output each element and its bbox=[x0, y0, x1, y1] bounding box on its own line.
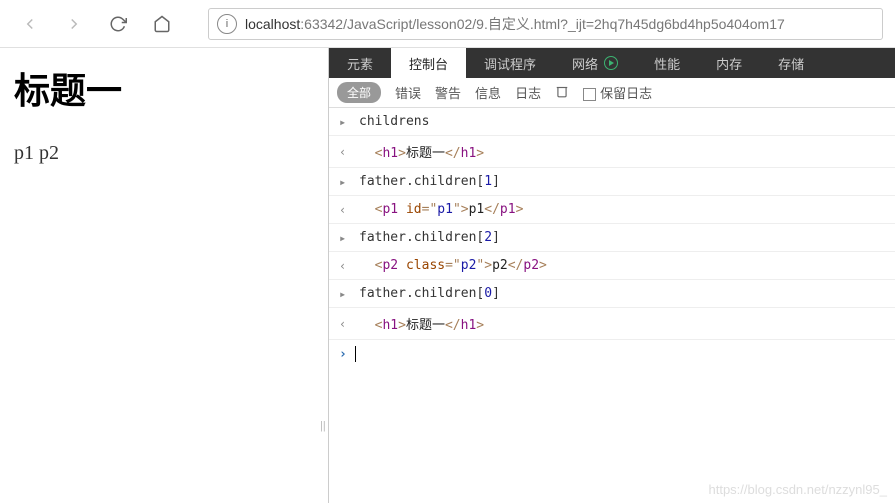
watermark: https://blog.csdn.net/nzzynl95_ bbox=[708, 482, 887, 497]
console-filter-bar: 全部 错误 警告 信息 日志 保留日志 bbox=[329, 78, 895, 108]
console-row[interactable]: ‹ <h1>标题一</h1> bbox=[329, 136, 895, 168]
tab-storage[interactable]: 存储 bbox=[760, 48, 822, 78]
page-viewport: 标题一 p1 p2 bbox=[0, 48, 328, 503]
info-icon[interactable]: i bbox=[217, 14, 237, 34]
record-icon bbox=[604, 56, 618, 70]
input-icon: ‹ bbox=[339, 203, 351, 217]
tab-network[interactable]: 网络 bbox=[554, 48, 636, 78]
address-bar[interactable]: i localhost:63342/JavaScript/lesson02/9.… bbox=[208, 8, 883, 40]
console-row[interactable]: ▸father.children[1] bbox=[329, 168, 895, 196]
tab-performance[interactable]: 性能 bbox=[636, 48, 698, 78]
browser-toolbar: i localhost:63342/JavaScript/lesson02/9.… bbox=[0, 0, 895, 48]
tab-elements[interactable]: 元素 bbox=[329, 48, 391, 78]
input-icon: ‹ bbox=[339, 145, 351, 159]
page-heading: 标题一 bbox=[14, 62, 314, 114]
expand-icon: ▸ bbox=[339, 175, 351, 189]
preserve-log-toggle[interactable]: 保留日志 bbox=[583, 83, 652, 102]
filter-warn[interactable]: 警告 bbox=[435, 83, 461, 102]
tab-memory[interactable]: 内存 bbox=[698, 48, 760, 78]
checkbox-icon bbox=[583, 88, 596, 101]
devtools-tabs: 元素 控制台 调试程序 网络 性能 内存 存储 bbox=[329, 48, 895, 78]
console-row[interactable]: ‹ <p1 id="p1">p1</p1> bbox=[329, 196, 895, 224]
prompt-icon: › bbox=[339, 347, 347, 362]
url-text: localhost:63342/JavaScript/lesson02/9.自定… bbox=[245, 14, 785, 34]
console-input[interactable]: › bbox=[329, 340, 895, 368]
input-icon: ‹ bbox=[339, 317, 351, 331]
tab-debugger[interactable]: 调试程序 bbox=[466, 48, 554, 78]
input-icon: ‹ bbox=[339, 259, 351, 273]
console-row[interactable]: ▸father.children[0] bbox=[329, 280, 895, 308]
forward-icon[interactable] bbox=[56, 6, 92, 42]
clear-icon[interactable] bbox=[555, 84, 569, 101]
drag-handle-icon[interactable]: || bbox=[320, 420, 326, 432]
filter-log[interactable]: 日志 bbox=[515, 83, 541, 102]
console-row[interactable]: ▸childrens bbox=[329, 108, 895, 136]
console-row[interactable]: ‹ <p2 class="p2">p2</p2> bbox=[329, 252, 895, 280]
filter-error[interactable]: 错误 bbox=[395, 83, 421, 102]
devtools-panel: 元素 控制台 调试程序 网络 性能 内存 存储 全部 错误 警告 信息 日志 保… bbox=[328, 48, 895, 503]
filter-all[interactable]: 全部 bbox=[337, 82, 381, 103]
expand-icon: ▸ bbox=[339, 115, 351, 129]
cursor bbox=[355, 346, 356, 362]
refresh-icon[interactable] bbox=[100, 6, 136, 42]
console-row[interactable]: ▸father.children[2] bbox=[329, 224, 895, 252]
home-icon[interactable] bbox=[144, 6, 180, 42]
tab-console[interactable]: 控制台 bbox=[391, 48, 466, 78]
back-icon[interactable] bbox=[12, 6, 48, 42]
filter-info[interactable]: 信息 bbox=[475, 83, 501, 102]
expand-icon: ▸ bbox=[339, 231, 351, 245]
page-paragraph: p1 p2 bbox=[14, 142, 314, 165]
console-output: ▸childrens‹ <h1>标题一</h1>▸father.children… bbox=[329, 108, 895, 503]
console-row[interactable]: ‹ <h1>标题一</h1> bbox=[329, 308, 895, 340]
expand-icon: ▸ bbox=[339, 287, 351, 301]
